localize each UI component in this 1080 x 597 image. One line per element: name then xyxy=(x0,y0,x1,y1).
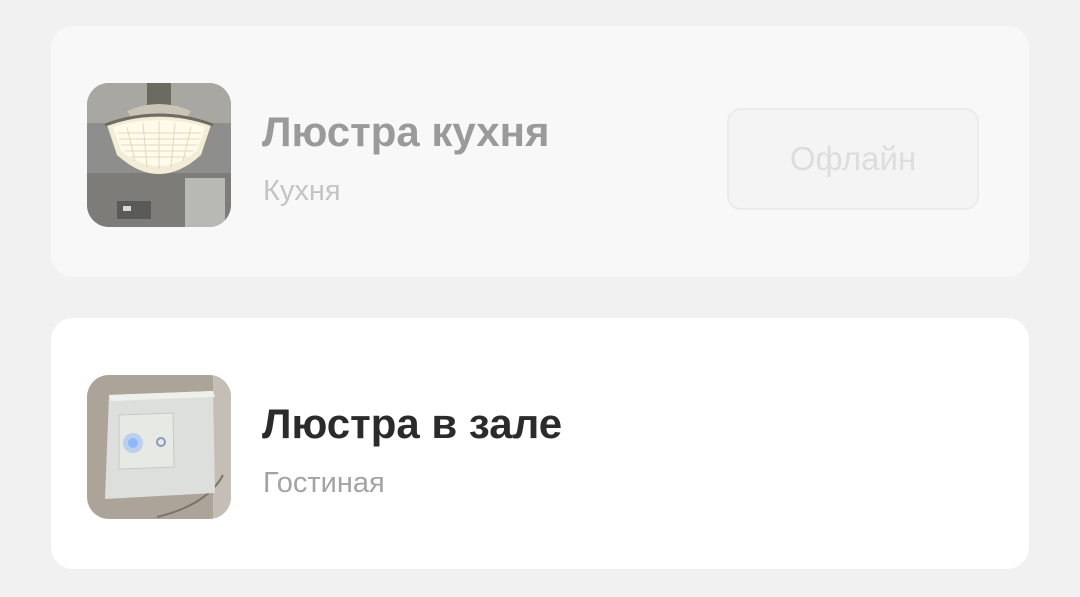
wall-switch-photo-icon xyxy=(87,375,231,519)
device-name: Люстра в зале xyxy=(262,400,563,447)
device-card-kitchen-chandelier[interactable]: Люстра кухня Кухня Офлайн xyxy=(51,26,1029,277)
device-room: Гостиная xyxy=(263,467,385,499)
offline-status-button: Офлайн xyxy=(727,108,979,210)
device-name: Люстра кухня xyxy=(262,108,550,155)
chandelier-photo-icon xyxy=(87,83,231,227)
device-room: Кухня xyxy=(263,175,341,207)
device-card-living-room-chandelier[interactable]: Люстра в зале Гостиная xyxy=(51,318,1029,569)
device-list: Люстра кухня Кухня Офлайн Люстра в зале … xyxy=(0,0,1080,597)
chandelier-thumbnail xyxy=(87,83,231,227)
wall-switch-thumbnail xyxy=(87,375,231,519)
